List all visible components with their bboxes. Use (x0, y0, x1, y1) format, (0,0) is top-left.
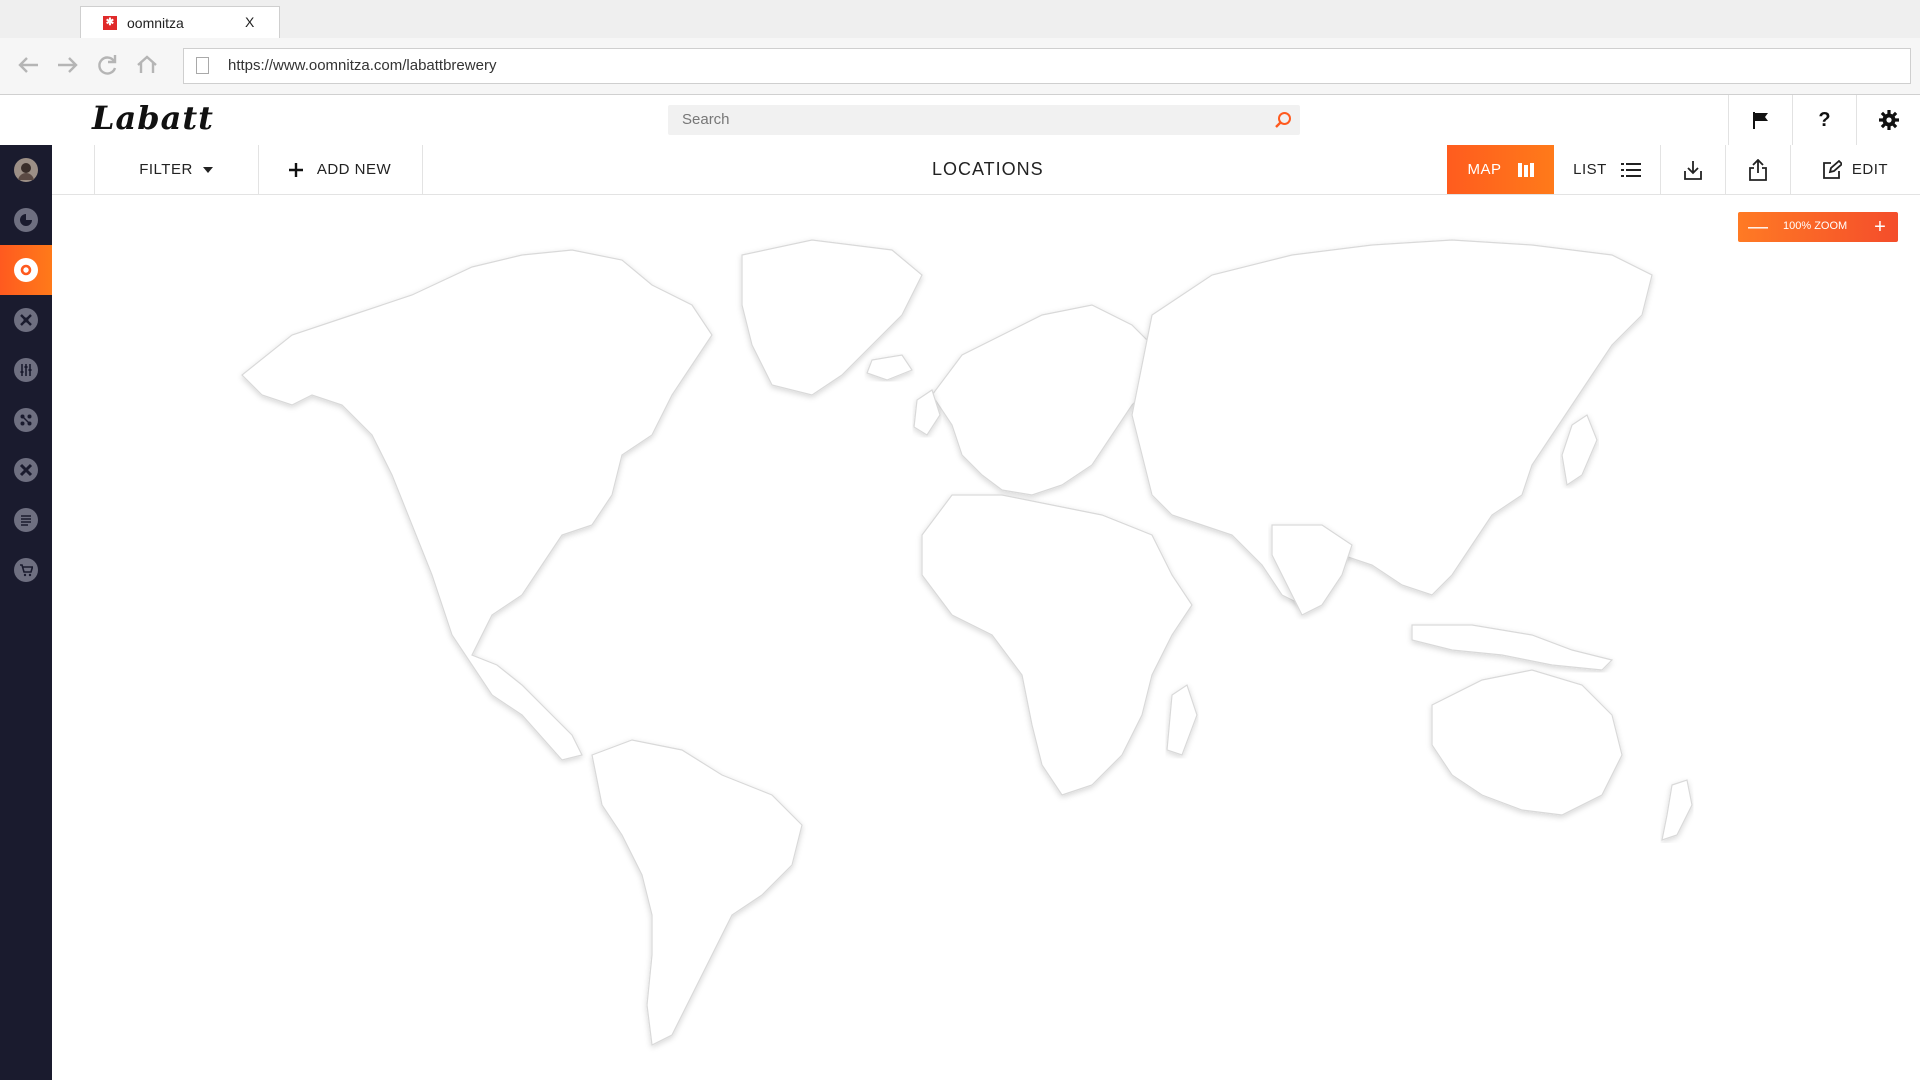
help-icon: ? (1818, 108, 1831, 131)
sidebar-item-cart[interactable] (0, 545, 52, 595)
sidebar-item-settings[interactable] (0, 345, 52, 395)
address-bar[interactable]: https://www.oomnitza.com/labattbrewery (183, 48, 1911, 84)
cart-icon (14, 558, 38, 582)
app-header: Labatt ? (0, 95, 1920, 146)
tab-title: oomnitza (127, 15, 184, 31)
divider (422, 145, 423, 194)
list-view-button[interactable]: LIST (1554, 145, 1660, 194)
tools-icon (14, 458, 38, 482)
caret-down-icon (202, 166, 213, 173)
share-button[interactable] (1726, 145, 1790, 194)
sidebar-item-profile[interactable] (0, 145, 52, 195)
reload-icon[interactable] (92, 50, 122, 80)
continent-south-america (591, 739, 803, 1046)
page-title: LOCATIONS (932, 159, 1044, 179)
world-map[interactable]: — 100% ZOOM + (52, 195, 1920, 1080)
edit-label: EDIT (1851, 161, 1889, 178)
island-new-zealand (1661, 779, 1693, 841)
settings-icon (1878, 110, 1899, 130)
island-japan (1561, 414, 1598, 487)
browser-nav-bar: https://www.oomnitza.com/labattbrewery (0, 38, 1920, 95)
edit-icon (1823, 159, 1842, 179)
sidebar (0, 145, 52, 1080)
share-icon (1749, 158, 1767, 181)
search-icon[interactable] (1272, 109, 1294, 131)
map-view-button[interactable]: MAP (1447, 145, 1554, 194)
toolbar: FILTER ADD NEW LOCATIONS MAP LIST EDIT (52, 145, 1920, 195)
list-view-label: LIST (1573, 161, 1607, 178)
browser-tab[interactable]: ✱ oomnitza X (80, 6, 280, 39)
locations-icon (14, 258, 38, 282)
edit-button[interactable]: EDIT (1791, 145, 1919, 194)
search-box[interactable] (668, 105, 1300, 135)
continent-africa (921, 494, 1193, 796)
help-button[interactable]: ? (1792, 95, 1856, 145)
continent-asia (1131, 239, 1653, 606)
islands-indonesia (1411, 624, 1614, 671)
brand-logo[interactable]: Labatt (92, 99, 214, 137)
flag-button[interactable] (1728, 95, 1792, 145)
download-icon (1684, 160, 1702, 180)
flag-icon (1752, 112, 1768, 129)
forward-arrow-icon[interactable] (52, 50, 82, 80)
add-new-label: ADD NEW (316, 161, 392, 178)
assets-icon (14, 308, 38, 332)
continent-north-america (241, 249, 713, 761)
home-icon[interactable] (132, 50, 162, 80)
download-button[interactable] (1661, 145, 1725, 194)
zoom-out-button[interactable]: — (1748, 214, 1768, 240)
region-india (1271, 524, 1353, 616)
url-text[interactable]: https://www.oomnitza.com/labattbrewery (228, 57, 496, 74)
favicon-icon: ✱ (103, 16, 117, 30)
back-arrow-icon[interactable] (14, 50, 44, 80)
avatar (14, 158, 38, 182)
map-view-label: MAP (1467, 161, 1502, 178)
world-map-graphic (241, 239, 1693, 1046)
sliders-icon (14, 358, 38, 382)
filter-label: FILTER (139, 161, 193, 178)
search-input[interactable] (682, 111, 1242, 128)
sidebar-item-locations[interactable] (0, 245, 52, 295)
sidebar-item-network[interactable] (0, 395, 52, 445)
island-iceland (866, 354, 913, 381)
dashboard-icon (14, 208, 38, 232)
continent-australia (1431, 669, 1623, 816)
zoom-level-label: 100% ZOOM (1783, 220, 1848, 232)
network-icon (14, 408, 38, 432)
zoom-control: — 100% ZOOM + (1738, 212, 1898, 242)
sidebar-item-tools[interactable] (0, 445, 52, 495)
add-new-button[interactable]: ADD NEW (258, 145, 422, 194)
page-icon (196, 57, 209, 74)
sidebar-item-dashboard[interactable] (0, 195, 52, 245)
island-madagascar (1166, 684, 1198, 756)
list-icon (14, 508, 38, 532)
settings-button[interactable] (1856, 95, 1920, 145)
tab-close-button[interactable]: X (245, 14, 254, 30)
sidebar-item-list[interactable] (0, 495, 52, 545)
filter-button[interactable]: FILTER (94, 145, 258, 194)
zoom-in-button[interactable]: + (1870, 214, 1890, 240)
list-icon (1620, 162, 1641, 177)
map-grid-icon (1517, 162, 1534, 177)
plus-icon (288, 162, 303, 177)
sidebar-item-assets[interactable] (0, 295, 52, 345)
continent-europe (931, 304, 1163, 496)
browser-tab-strip: ✱ oomnitza X (0, 0, 1920, 39)
